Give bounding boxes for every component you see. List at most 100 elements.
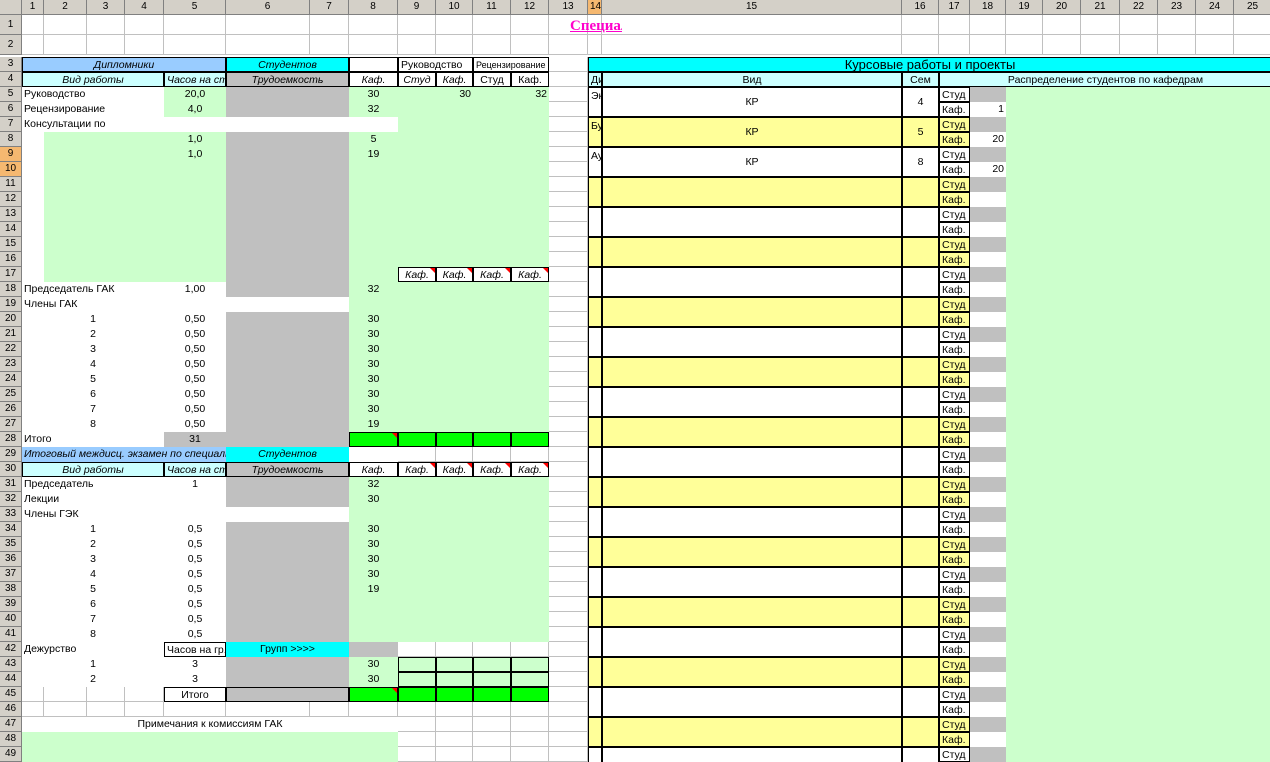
dist-cell[interactable] <box>511 612 549 627</box>
sem-cell[interactable] <box>902 417 939 447</box>
grid-cell[interactable] <box>22 702 44 717</box>
sem-cell[interactable] <box>902 297 939 327</box>
hours-cell[interactable]: 0,50 <box>164 357 226 372</box>
dist-cell[interactable] <box>436 177 473 192</box>
dist-cell[interactable] <box>1120 102 1158 117</box>
dist-cell[interactable] <box>473 597 511 612</box>
sem-cell[interactable] <box>902 507 939 537</box>
dist-cell[interactable] <box>1006 207 1043 222</box>
grid-cell[interactable] <box>398 642 436 657</box>
dist-cell[interactable] <box>1120 462 1158 477</box>
total-cell[interactable] <box>511 687 549 702</box>
discipline-cell[interactable] <box>588 717 602 747</box>
dist-cell[interactable] <box>1043 432 1081 447</box>
dist-cell[interactable] <box>511 477 549 492</box>
dist-cell[interactable] <box>1006 417 1043 432</box>
grid-cell[interactable] <box>1043 35 1081 55</box>
dist-cell[interactable] <box>398 207 436 222</box>
dist-cell[interactable] <box>1234 252 1270 267</box>
column-header[interactable]: 13 <box>549 0 588 15</box>
hours-cell[interactable]: 4,0 <box>164 102 226 117</box>
dist-cell[interactable] <box>436 282 473 297</box>
dist-cell[interactable] <box>1234 552 1270 567</box>
dist-cell[interactable] <box>1234 207 1270 222</box>
dist-cell[interactable] <box>473 627 511 642</box>
cell[interactable] <box>44 237 164 252</box>
discipline-cell[interactable] <box>588 237 602 267</box>
dist-cell[interactable] <box>398 237 436 252</box>
dist-cell[interactable] <box>1158 567 1196 582</box>
dist-cell[interactable] <box>398 612 436 627</box>
kaf-cell[interactable] <box>349 222 398 237</box>
labor-cell[interactable] <box>226 237 349 252</box>
row-header[interactable]: 13 <box>0 207 22 222</box>
row-header[interactable]: 19 <box>0 297 22 312</box>
row-header[interactable]: 3 <box>0 57 22 72</box>
row-header[interactable]: 2 <box>0 35 22 55</box>
type-cell[interactable] <box>602 297 902 327</box>
dist-cell[interactable] <box>1234 327 1270 342</box>
grid-cell[interactable] <box>436 447 473 462</box>
grid-cell[interactable] <box>602 15 902 35</box>
dist-cell[interactable] <box>1120 582 1158 597</box>
dist-cell[interactable] <box>1081 342 1120 357</box>
grid-cell[interactable] <box>398 732 436 747</box>
dist-cell[interactable] <box>1158 357 1196 372</box>
labor-cell[interactable] <box>226 222 349 237</box>
grid-cell[interactable] <box>473 35 511 55</box>
dist-cell[interactable] <box>1006 87 1043 102</box>
dist-cell[interactable] <box>473 312 511 327</box>
dist-cell[interactable] <box>1120 732 1158 747</box>
dist-cell[interactable] <box>1120 87 1158 102</box>
dist-cell[interactable] <box>511 342 549 357</box>
dist-cell[interactable] <box>473 417 511 432</box>
dist-cell[interactable] <box>511 192 549 207</box>
discipline-cell[interactable] <box>588 567 602 597</box>
dist-cell[interactable] <box>436 522 473 537</box>
dist-cell[interactable] <box>436 312 473 327</box>
dist-cell[interactable] <box>511 567 549 582</box>
dist-cell[interactable] <box>398 492 436 507</box>
dist-cell[interactable] <box>473 327 511 342</box>
grid-cell[interactable] <box>436 747 473 762</box>
dist-cell[interactable] <box>1196 477 1234 492</box>
hours-cell[interactable]: 0,50 <box>164 312 226 327</box>
dist-cell[interactable] <box>511 597 549 612</box>
dist-cell[interactable] <box>1120 447 1158 462</box>
hours-cell[interactable]: 0,50 <box>164 342 226 357</box>
dist-cell[interactable] <box>473 297 511 312</box>
hours-cell[interactable] <box>164 252 226 267</box>
dist-cell[interactable] <box>398 117 436 132</box>
row-header[interactable]: 18 <box>0 282 22 297</box>
total-cell[interactable] <box>398 687 436 702</box>
dist-cell[interactable] <box>1158 657 1196 672</box>
dist-cell[interactable] <box>1006 342 1043 357</box>
dist-cell[interactable] <box>1120 492 1158 507</box>
grid-cell[interactable] <box>549 597 588 612</box>
stud-value[interactable] <box>970 567 1006 582</box>
dist-cell[interactable] <box>1120 627 1158 642</box>
dist-cell[interactable] <box>1158 552 1196 567</box>
labor-cell[interactable] <box>226 387 349 402</box>
kaf-value[interactable]: 1 <box>970 102 1006 117</box>
dist-cell[interactable] <box>1120 747 1158 762</box>
type-cell[interactable] <box>602 567 902 597</box>
kaf-cell[interactable]: 30 <box>349 552 398 567</box>
grid-cell[interactable] <box>125 687 164 702</box>
row-header[interactable]: 24 <box>0 372 22 387</box>
row-header[interactable]: 32 <box>0 492 22 507</box>
stud-value[interactable] <box>970 177 1006 192</box>
stud-value[interactable] <box>970 267 1006 282</box>
dist-cell[interactable] <box>1234 417 1270 432</box>
dist-cell[interactable] <box>473 507 511 522</box>
dist-cell[interactable] <box>1234 162 1270 177</box>
dist-cell[interactable] <box>473 612 511 627</box>
dist-cell[interactable] <box>1196 507 1234 522</box>
dist-cell[interactable] <box>1158 162 1196 177</box>
dist-cell[interactable] <box>1196 612 1234 627</box>
dist-cell[interactable] <box>1120 432 1158 447</box>
dist-cell[interactable] <box>1006 102 1043 117</box>
dist-cell[interactable] <box>1081 507 1120 522</box>
sem-cell[interactable] <box>902 237 939 267</box>
kaf-cell[interactable]: 30 <box>349 567 398 582</box>
